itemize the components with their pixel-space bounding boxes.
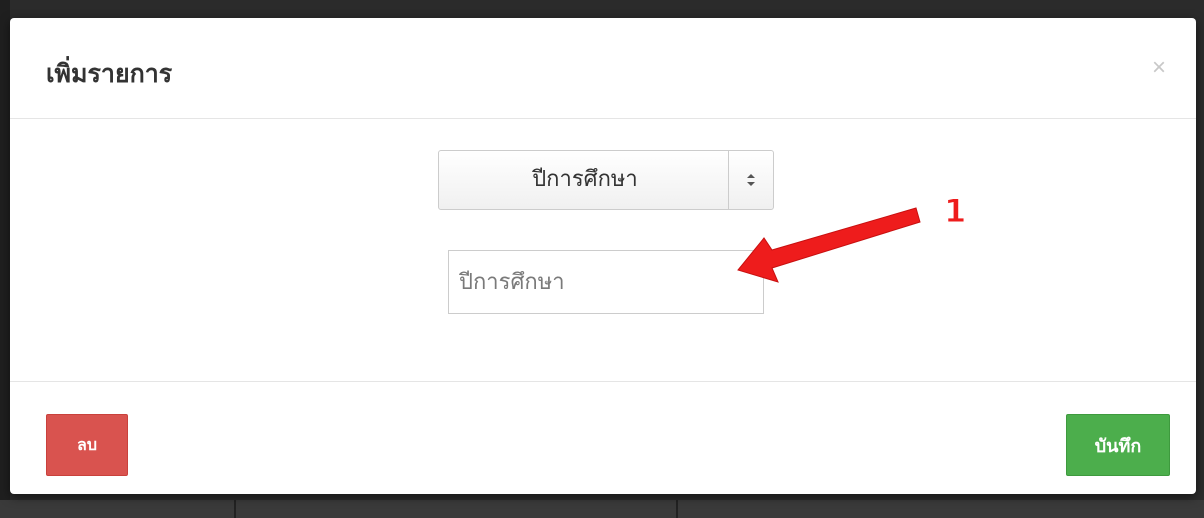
updown-arrows-icon xyxy=(728,151,773,209)
page-backdrop-left xyxy=(0,0,10,518)
modal-footer: ลบ บันทึก xyxy=(10,381,1196,494)
modal-header: เพิ่มรายการ × xyxy=(10,18,1196,119)
close-button[interactable]: × xyxy=(1152,56,1166,80)
modal-body: ปีการศึกษา xyxy=(10,119,1196,381)
modal-title: เพิ่มรายการ xyxy=(46,59,173,88)
add-item-modal: เพิ่มรายการ × ปีการศึกษา ลบ บันทึก xyxy=(10,18,1196,494)
page-backdrop-bottom xyxy=(0,500,1204,518)
select-value: ปีการศึกษา xyxy=(532,167,638,192)
academic-year-input[interactable] xyxy=(448,250,764,314)
backdrop-divider xyxy=(676,500,678,518)
save-button[interactable]: บันทึก xyxy=(1066,414,1170,476)
academic-year-select[interactable]: ปีการศึกษา xyxy=(438,150,774,210)
delete-button[interactable]: ลบ xyxy=(46,414,128,476)
backdrop-divider xyxy=(234,500,236,518)
